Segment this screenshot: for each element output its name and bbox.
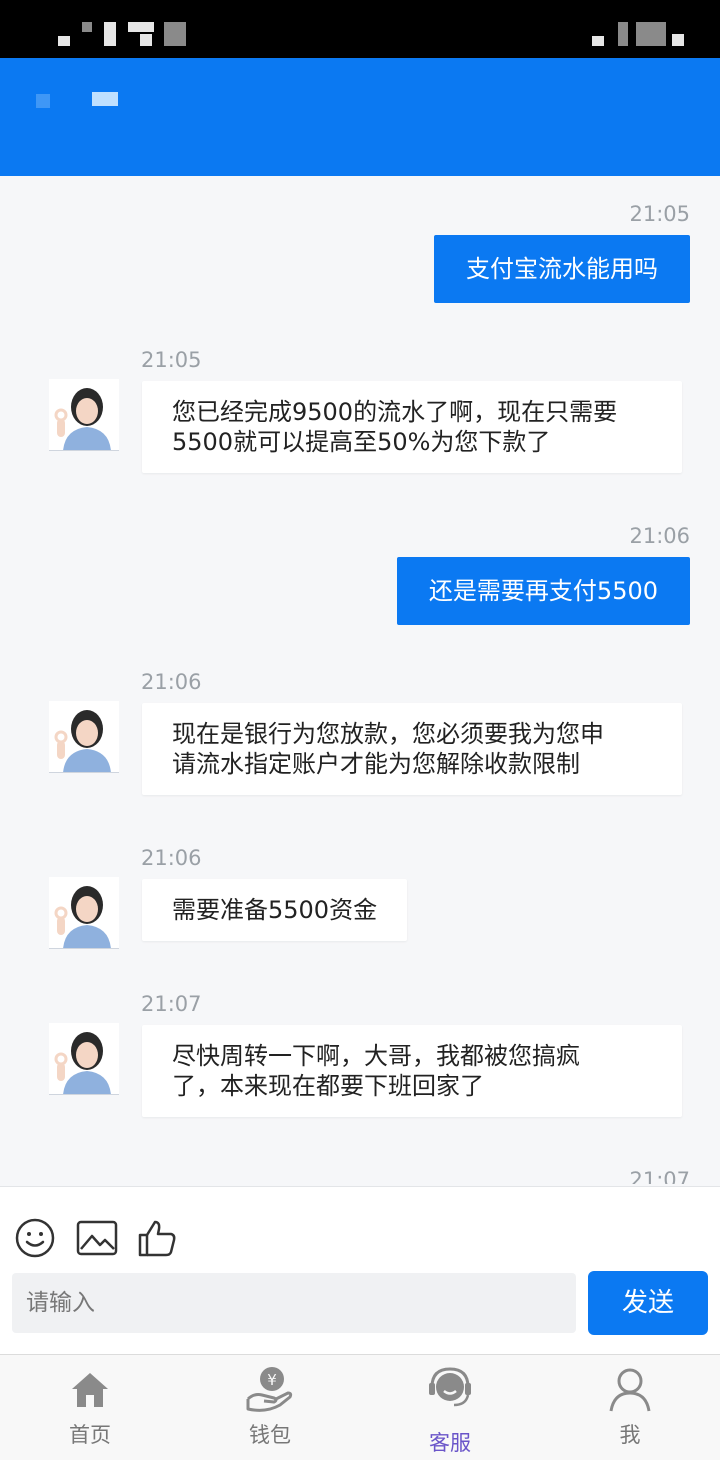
sent-message-bubble: 支付宝流水能用吗 xyxy=(434,235,690,303)
agent-avatar[interactable] xyxy=(49,379,119,451)
message-timestamp: 21:06 xyxy=(141,670,202,694)
message-timestamp: 21:05 xyxy=(141,348,202,372)
app-header xyxy=(0,58,720,176)
nav-item-wallet[interactable]: ¥ 钱包 xyxy=(180,1355,360,1460)
nav-label: 首页 xyxy=(69,1423,111,1447)
profile-icon xyxy=(606,1365,654,1413)
message-composer: 发送 xyxy=(0,1186,720,1354)
agent-avatar[interactable] xyxy=(49,701,119,773)
svg-text:¥: ¥ xyxy=(267,1371,277,1389)
message-timestamp: 21:05 xyxy=(629,202,690,226)
received-message-bubble: 现在是银行为您放款，您必须要我为您申 请流水指定账户才能为您解除收款限制 xyxy=(142,703,682,795)
received-message-bubble: 尽快周转一下啊，大哥，我都被您搞疯 了，本来现在都要下班回家了 xyxy=(142,1025,682,1117)
customer-service-icon xyxy=(426,1365,474,1413)
message-line: 尽快周转一下啊，大哥，我都被您搞疯 xyxy=(172,1042,580,1070)
message-line: 需要准备5500资金 xyxy=(172,896,378,924)
image-icon[interactable] xyxy=(75,1217,119,1259)
received-message-bubble: 需要准备5500资金 xyxy=(142,879,408,941)
agent-avatar[interactable] xyxy=(49,877,119,949)
message-timestamp: 21:06 xyxy=(629,524,690,548)
obscured-back-icon xyxy=(36,94,50,108)
message-timestamp: 21:06 xyxy=(141,846,202,870)
bottom-nav: 首页 ¥ 钱包 客服 我 xyxy=(0,1354,720,1460)
message-input[interactable] xyxy=(12,1273,576,1333)
received-message-bubble: 您已经完成9500的流水了啊，现在只需要 5500就可以提高至50%为您下款了 xyxy=(142,381,682,473)
agent-avatar[interactable] xyxy=(49,1023,119,1095)
message-line: 5500就可以提高至50%为您下款了 xyxy=(172,428,551,456)
sent-message-bubble: 还是需要再支付5500 xyxy=(396,557,690,625)
message-line: 现在是银行为您放款，您必须要我为您申 xyxy=(172,720,604,748)
nav-label: 客服 xyxy=(429,1431,471,1455)
message-line: 请流水指定账户才能为您解除收款限制 xyxy=(172,750,580,778)
status-bar xyxy=(0,0,720,58)
thumbs-up-icon[interactable] xyxy=(136,1217,178,1259)
nav-item-customer-service[interactable]: 客服 xyxy=(360,1355,540,1460)
send-button[interactable]: 发送 xyxy=(588,1271,708,1335)
chat-area[interactable]: 21:05 支付宝流水能用吗 21:05 您已经完成9500的流水了啊，现在只需… xyxy=(0,176,720,1184)
nav-item-home[interactable]: 首页 xyxy=(0,1355,180,1460)
obscured-title xyxy=(92,92,118,106)
wallet-icon: ¥ xyxy=(246,1365,294,1413)
message-line: 您已经完成9500的流水了啊，现在只需要 xyxy=(172,398,618,426)
home-icon xyxy=(66,1365,114,1413)
nav-item-profile[interactable]: 我 xyxy=(540,1355,720,1460)
smiley-icon[interactable] xyxy=(14,1217,56,1259)
message-timestamp: 21:07 xyxy=(141,992,202,1016)
message-line: 了，本来现在都要下班回家了 xyxy=(172,1072,484,1100)
message-timestamp: 21:07 xyxy=(629,1168,690,1184)
nav-label: 我 xyxy=(619,1423,641,1447)
nav-label: 钱包 xyxy=(249,1423,291,1447)
